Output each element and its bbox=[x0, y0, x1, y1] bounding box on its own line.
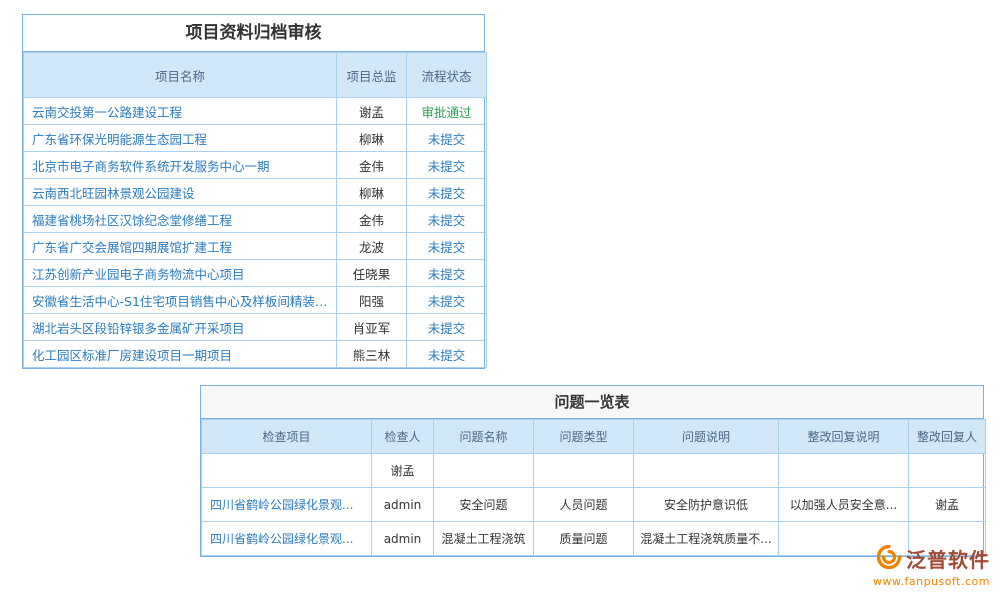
fanpu-logo-icon bbox=[877, 545, 901, 573]
inspector: 谢孟 bbox=[372, 454, 434, 488]
archive-table-row: 北京市电子商务软件系统开发服务中心一期金伟未提交 bbox=[24, 152, 487, 179]
project-director: 柳琳 bbox=[337, 125, 407, 152]
issue-table-row: 四川省鹤岭公园绿化景观...admin安全问题人员问题安全防护意识低以加强人员安… bbox=[202, 488, 986, 522]
archive-table: 项目名称项目总监流程状态 云南交投第一公路建设工程谢孟审批通过广东省环保光明能源… bbox=[23, 52, 487, 368]
project-name-link[interactable]: 广东省广交会展馆四期展馆扩建工程 bbox=[24, 233, 337, 260]
issue-type: 质量问题 bbox=[534, 522, 634, 556]
issue-col-inspector: 检查人 bbox=[372, 420, 434, 454]
inspect-project-link bbox=[202, 454, 372, 488]
archive-col-flow-status: 流程状态 bbox=[407, 53, 487, 98]
project-director: 肖亚军 bbox=[337, 314, 407, 341]
issue-header-row: 检查项目检查人问题名称问题类型问题说明整改回复说明整改回复人 bbox=[202, 420, 986, 454]
archive-col-project-director: 项目总监 bbox=[337, 53, 407, 98]
archive-table-row: 广东省环保光明能源生态园工程柳琳未提交 bbox=[24, 125, 487, 152]
project-director: 谢孟 bbox=[337, 98, 407, 125]
archive-table-row: 湖北岩头区段铅锌银多金属矿开采项目肖亚军未提交 bbox=[24, 314, 487, 341]
project-name-link[interactable]: 化工园区标准厂房建设项目一期项目 bbox=[24, 341, 337, 368]
issue-table: 检查项目检查人问题名称问题类型问题说明整改回复说明整改回复人 谢孟四川省鹤岭公园… bbox=[201, 419, 986, 556]
inspect-project-link[interactable]: 四川省鹤岭公园绿化景观... bbox=[202, 488, 372, 522]
project-name-link[interactable]: 广东省环保光明能源生态园工程 bbox=[24, 125, 337, 152]
project-director: 金伟 bbox=[337, 152, 407, 179]
archive-table-row: 广东省广交会展馆四期展馆扩建工程龙波未提交 bbox=[24, 233, 487, 260]
issue-col-issue-type: 问题类型 bbox=[534, 420, 634, 454]
reply-desc bbox=[779, 454, 909, 488]
project-director: 金伟 bbox=[337, 206, 407, 233]
issue-col-issue-name: 问题名称 bbox=[434, 420, 534, 454]
issue-col-issue-desc: 问题说明 bbox=[634, 420, 779, 454]
issue-desc: 混凝土工程浇筑质量不... bbox=[634, 522, 779, 556]
issue-col-reply-desc: 整改回复说明 bbox=[779, 420, 909, 454]
issue-name: 混凝土工程浇筑 bbox=[434, 522, 534, 556]
project-name-link[interactable]: 北京市电子商务软件系统开发服务中心一期 bbox=[24, 152, 337, 179]
project-name-link[interactable]: 福建省桃场社区汉馀纪念堂修缮工程 bbox=[24, 206, 337, 233]
archive-table-row: 江苏创新产业园电子商务物流中心项目任晓果未提交 bbox=[24, 260, 487, 287]
inspector: admin bbox=[372, 522, 434, 556]
issue-col-replier: 整改回复人 bbox=[909, 420, 986, 454]
flow-status-link[interactable]: 未提交 bbox=[407, 260, 487, 287]
archive-col-project-name: 项目名称 bbox=[24, 53, 337, 98]
flow-status-link[interactable]: 审批通过 bbox=[407, 98, 487, 125]
flow-status-link[interactable]: 未提交 bbox=[407, 287, 487, 314]
project-name-link[interactable]: 云南交投第一公路建设工程 bbox=[24, 98, 337, 125]
flow-status-link[interactable]: 未提交 bbox=[407, 206, 487, 233]
project-name-link[interactable]: 云南西北旺园林景观公园建设 bbox=[24, 179, 337, 206]
flow-status-link[interactable]: 未提交 bbox=[407, 233, 487, 260]
issue-name bbox=[434, 454, 534, 488]
archive-table-row: 云南交投第一公路建设工程谢孟审批通过 bbox=[24, 98, 487, 125]
flow-status-link[interactable]: 未提交 bbox=[407, 179, 487, 206]
brand-name: 泛普软件 bbox=[906, 544, 990, 573]
archive-table-row: 化工园区标准厂房建设项目一期项目熊三林未提交 bbox=[24, 341, 487, 368]
project-director: 龙波 bbox=[337, 233, 407, 260]
archive-table-title: 项目资料归档审核 bbox=[23, 15, 484, 52]
project-director: 熊三林 bbox=[337, 341, 407, 368]
issue-table-title: 问题一览表 bbox=[201, 386, 983, 419]
inspector: admin bbox=[372, 488, 434, 522]
issue-type bbox=[534, 454, 634, 488]
archive-table-row: 云南西北旺园林景观公园建设柳琳未提交 bbox=[24, 179, 487, 206]
issue-desc bbox=[634, 454, 779, 488]
project-director: 阳强 bbox=[337, 287, 407, 314]
fanpu-watermark: 泛普软件 www.fanpusoft.com bbox=[873, 544, 990, 588]
issue-table-row: 四川省鹤岭公园绿化景观...admin混凝土工程浇筑质量问题混凝土工程浇筑质量不… bbox=[202, 522, 986, 556]
flow-status-link[interactable]: 未提交 bbox=[407, 314, 487, 341]
issue-table-row: 谢孟 bbox=[202, 454, 986, 488]
archive-table-row: 福建省桃场社区汉馀纪念堂修缮工程金伟未提交 bbox=[24, 206, 487, 233]
flow-status-link[interactable]: 未提交 bbox=[407, 125, 487, 152]
flow-status-link[interactable]: 未提交 bbox=[407, 152, 487, 179]
issue-type: 人员问题 bbox=[534, 488, 634, 522]
project-director: 任晓果 bbox=[337, 260, 407, 287]
reply-desc: 以加强人员安全意... bbox=[779, 488, 909, 522]
brand-url: www.fanpusoft.com bbox=[873, 575, 990, 588]
inspect-project-link[interactable]: 四川省鹤岭公园绿化景观... bbox=[202, 522, 372, 556]
project-director: 柳琳 bbox=[337, 179, 407, 206]
issue-list-panel: 问题一览表 检查项目检查人问题名称问题类型问题说明整改回复说明整改回复人 谢孟四… bbox=[200, 385, 984, 557]
project-name-link[interactable]: 江苏创新产业园电子商务物流中心项目 bbox=[24, 260, 337, 287]
replier: 谢孟 bbox=[909, 488, 986, 522]
project-name-link[interactable]: 湖北岩头区段铅锌银多金属矿开采项目 bbox=[24, 314, 337, 341]
project-name-link[interactable]: 安徽省生活中心-S1住宅项目销售中心及样板间精装修及 bbox=[24, 287, 337, 314]
replier bbox=[909, 454, 986, 488]
issue-name: 安全问题 bbox=[434, 488, 534, 522]
issue-desc: 安全防护意识低 bbox=[634, 488, 779, 522]
issue-col-inspect-project: 检查项目 bbox=[202, 420, 372, 454]
archive-review-panel: 项目资料归档审核 项目名称项目总监流程状态 云南交投第一公路建设工程谢孟审批通过… bbox=[22, 14, 485, 369]
archive-table-row: 安徽省生活中心-S1住宅项目销售中心及样板间精装修及阳强未提交 bbox=[24, 287, 487, 314]
flow-status-link[interactable]: 未提交 bbox=[407, 341, 487, 368]
archive-header-row: 项目名称项目总监流程状态 bbox=[24, 53, 487, 98]
